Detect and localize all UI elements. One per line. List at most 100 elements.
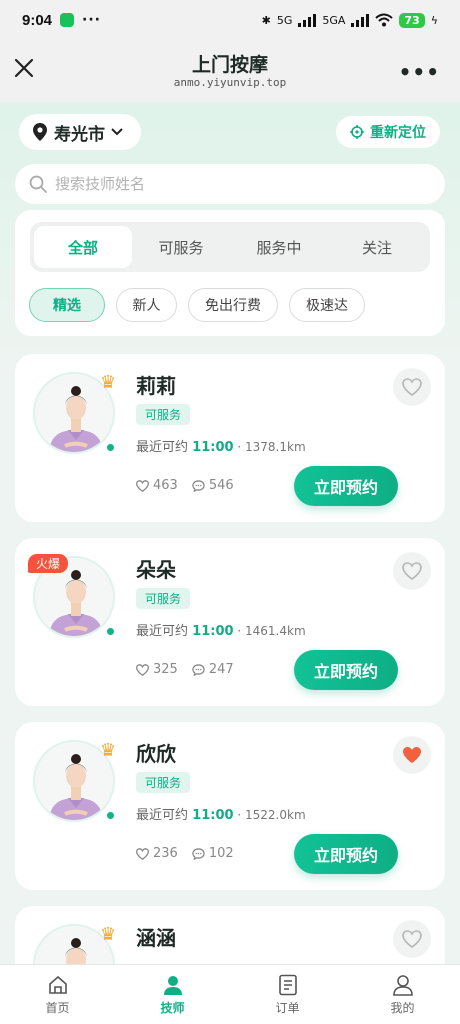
book-now-button[interactable]: 立即预约 [294,834,398,874]
book-now-button[interactable]: 立即预约 [294,466,398,506]
therapist-card[interactable]: ♛ 欣欣可服务最近可约 11:00 · 1522.0km 236 102 立即预约 [15,722,445,890]
bottom-nav-orders[interactable]: 订单 [230,965,345,1024]
distance: 1378.1km [245,440,306,454]
tab-all[interactable]: 全部 [34,226,132,268]
more-notifications-icon: ··· [82,12,101,28]
available-time: 11:00 [192,808,234,823]
tab-in-service[interactable]: 服务中 [230,226,328,268]
availability-line: 最近可约 11:00 · 1378.1km [136,440,306,455]
bottom-nav-therapist[interactable]: 技师 [115,965,230,1024]
crown-icon: ♛ [100,372,117,393]
search-icon [29,175,47,193]
locate-target-icon [350,125,364,139]
availability-line: 最近可约 11:00 · 1522.0km [136,808,306,823]
hot-badge: 火爆 [28,554,69,573]
status-badge: 可服务 [136,588,191,609]
filter-panel: 全部 可服务 服务中 关注 精选 新人 免出行费 极速达 [15,210,445,336]
availability-label: 最近可约 [136,440,189,455]
battery-level: 73 [399,12,425,28]
search-input[interactable] [55,175,415,193]
favorite-button[interactable] [393,920,431,958]
bottom-nav-label: 我的 [390,1000,415,1015]
distance: 1461.4km [245,624,306,638]
page-title: 上门按摩 [191,54,268,76]
card-stats: 463 546 [136,478,234,493]
status-badge: 可服务 [136,404,191,425]
favorite-button[interactable] [393,736,431,774]
availability-label: 最近可约 [136,808,189,823]
like-icon [136,479,149,492]
status-badge: 可服务 [136,772,191,793]
book-now-button[interactable]: 立即预约 [294,650,398,690]
therapist-name: 欣欣 [136,742,176,766]
signal-1-icon [298,13,317,27]
comment-icon [192,479,205,492]
online-status-dot [105,442,116,453]
relocate-button[interactable]: 重新定位 [336,116,440,148]
therapist-name: 朵朵 [136,558,176,582]
status-time: 9:04 [22,11,53,29]
filter-chips: 精选 新人 免出行费 极速达 [29,288,365,322]
chip-free-travel[interactable]: 免出行费 [188,288,278,322]
distance: 1522.0km [245,808,306,822]
city-label: 寿光市 [54,124,105,145]
network-1-label: 5G [276,13,293,27]
location-pin-icon [33,123,47,141]
nav-bar: 上门按摩 anmo.yiyunvip.top ••• [0,40,460,102]
chip-express[interactable]: 极速达 [289,288,365,322]
message-app-icon [60,13,75,27]
bottom-nav: 首页 技师 订单 我的 [0,964,460,1024]
comments-count: 247 [192,662,234,677]
tab-following[interactable]: 关注 [328,226,426,268]
status-tabs: 全部 可服务 服务中 关注 [30,222,430,272]
available-time: 11:00 [192,440,234,455]
likes-count: 325 [136,662,178,677]
therapist-card[interactable]: 火爆 朵朵可服务最近可约 11:00 · 1461.4km 325 247 立即预约 [15,538,445,706]
heart-icon [402,746,422,764]
favorite-button[interactable] [393,368,431,406]
order-icon [278,974,297,995]
bottom-nav-profile[interactable]: 我的 [345,965,460,1024]
therapist-name: 涵涵 [136,926,176,950]
profile-icon [392,974,413,996]
favorite-button[interactable] [393,552,431,590]
city-selector[interactable]: 寿光市 [19,114,141,150]
crown-icon: ♛ [100,740,117,761]
therapist-icon [163,975,182,995]
charging-icon: ϟ [430,13,438,27]
therapist-card[interactable]: ♛ 莉莉可服务最近可约 11:00 · 1378.1km 463 546 立即预约 [15,354,445,522]
bluetooth-icon: ✱ [261,13,271,27]
signal-2-icon [351,13,370,27]
crown-icon: ♛ [100,924,117,945]
bottom-nav-label: 技师 [160,1000,185,1015]
bottom-nav-home[interactable]: 首页 [0,965,115,1024]
likes-count: 236 [136,846,178,861]
chip-featured[interactable]: 精选 [29,288,105,322]
availability-label: 最近可约 [136,624,189,639]
heart-icon [402,562,422,580]
availability-line: 最近可约 11:00 · 1461.4km [136,624,306,639]
card-stats: 325 247 [136,662,234,677]
heart-icon [402,378,422,396]
status-bar: 9:04 ··· ✱ 5G 5GA 73 ϟ [0,0,460,40]
comment-icon [192,663,205,676]
more-menu-icon[interactable]: ••• [399,60,440,84]
heart-icon [402,930,422,948]
like-icon [136,847,149,860]
chevron-down-icon [111,128,123,136]
page-url: anmo.yiyunvip.top [173,76,287,89]
network-2-label: 5GA [322,13,346,27]
card-stats: 236 102 [136,846,234,861]
tab-available[interactable]: 可服务 [132,226,230,268]
bottom-nav-label: 订单 [275,1000,300,1015]
comment-icon [192,847,205,860]
comments-count: 102 [192,846,234,861]
available-time: 11:00 [192,624,234,639]
chip-new[interactable]: 新人 [116,288,177,322]
likes-count: 463 [136,478,178,493]
bottom-nav-label: 首页 [45,1000,70,1015]
online-status-dot [105,810,116,821]
therapist-name: 莉莉 [136,374,176,398]
relocate-label: 重新定位 [370,125,426,141]
search-bar [15,164,445,204]
